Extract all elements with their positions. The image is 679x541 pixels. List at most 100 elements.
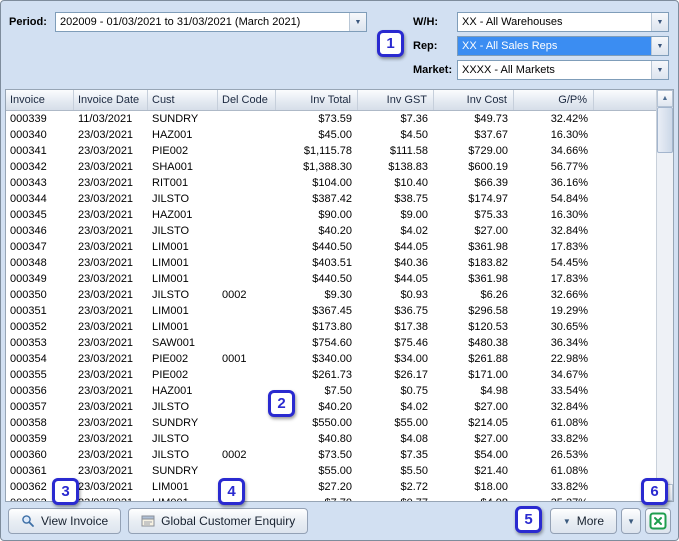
export-excel-button[interactable] — [645, 508, 671, 534]
table-row[interactable]: 000360 23/03/2021 JILSTO 0002 $73.50 $7.35 $54… — [6, 447, 656, 463]
more-button[interactable]: ▼ More — [549, 508, 618, 534]
table-cell: $111.58 — [389, 145, 428, 157]
chevron-down-icon[interactable]: ▼ — [651, 13, 668, 31]
table-cell: HAZ001 — [152, 209, 193, 221]
table-row[interactable]: 000353 23/03/2021 SAW001 $754.60 $75.46 $480.… — [6, 335, 656, 351]
table-cell-filler — [594, 207, 656, 223]
table-row[interactable]: 000361 23/03/2021 SUNDRY $55.00 $5.50 $21.40 6… — [6, 463, 656, 479]
table-cell: 23/03/2021 — [78, 433, 134, 445]
callout-5: 5 — [515, 506, 542, 533]
column-header-inv-total[interactable]: Inv Total — [276, 90, 358, 110]
table-row[interactable]: 000339 11/03/2021 SUNDRY $73.59 $7.36 $49.73 3… — [6, 111, 656, 127]
table-cell: HAZ001 — [152, 385, 193, 397]
view-invoice-button[interactable]: View Invoice — [8, 508, 122, 534]
table-cell: $340.00 — [312, 353, 352, 365]
table-cell: SHA001 — [152, 161, 193, 173]
table-row[interactable]: 000341 23/03/2021 PIE002 $1,115.78 $111.58 $7… — [6, 143, 656, 159]
table-cell: 23/03/2021 — [78, 129, 134, 141]
table-cell: 000361 — [10, 465, 47, 477]
table-row[interactable]: 000344 23/03/2021 JILSTO $387.42 $38.75 $174.… — [6, 191, 656, 207]
table-cell — [218, 431, 276, 447]
table-cell: $40.20 — [318, 225, 352, 237]
table-cell-filler — [594, 159, 656, 175]
callout-4: 4 — [218, 478, 245, 505]
table-row[interactable]: 000357 23/03/2021 JILSTO $40.20 $4.02 $27.00 3… — [6, 399, 656, 415]
column-header-cust[interactable]: Cust — [148, 90, 218, 110]
chevron-down-icon[interactable]: ▼ — [349, 13, 366, 31]
table-cell: 23/03/2021 — [78, 241, 134, 253]
warehouse-select[interactable]: XX - All Warehouses ▼ — [457, 12, 669, 32]
period-select[interactable]: 202009 - 01/03/2021 to 31/03/2021 (March… — [55, 12, 367, 32]
table-cell: $4.02 — [400, 401, 428, 413]
table-row[interactable]: 000350 23/03/2021 JILSTO 0002 $9.30 $0.93 $6.2… — [6, 287, 656, 303]
table-cell: 61.08% — [550, 465, 588, 477]
table-row[interactable]: 000351 23/03/2021 LIM001 $367.45 $36.75 $296.… — [6, 303, 656, 319]
table-cell: 33.82% — [550, 433, 588, 445]
table-row[interactable]: 000346 23/03/2021 JILSTO $40.20 $4.02 $27.00 3… — [6, 223, 656, 239]
table-cell — [218, 239, 276, 255]
column-header-gp-percent[interactable]: G/P% — [514, 90, 594, 110]
global-customer-enquiry-label: Global Customer Enquiry — [161, 514, 296, 528]
table-cell: SAW001 — [152, 337, 196, 349]
table-cell: $729.00 — [468, 145, 508, 157]
column-header-invoice-date[interactable]: Invoice Date — [74, 90, 148, 110]
invoice-enquiry-window: Period: 202009 - 01/03/2021 to 31/03/202… — [0, 0, 679, 541]
vertical-scrollbar[interactable]: ▲ ▼ — [656, 90, 673, 501]
table-row[interactable]: 000359 23/03/2021 JILSTO $40.80 $4.08 $27.00 3… — [6, 431, 656, 447]
table-row[interactable]: 000355 23/03/2021 PIE002 $261.73 $26.17 $171.… — [6, 367, 656, 383]
table-cell: PIE002 — [152, 353, 189, 365]
table-cell: 36.34% — [550, 337, 588, 349]
table-cell: 000350 — [10, 289, 47, 301]
table-row[interactable]: 000352 23/03/2021 LIM001 $173.80 $17.38 $120.… — [6, 319, 656, 335]
chevron-down-icon[interactable]: ▼ — [651, 37, 668, 55]
scrollbar-thumb[interactable] — [657, 107, 673, 153]
table-cell: 16.30% — [550, 129, 588, 141]
table-cell — [218, 175, 276, 191]
table-row[interactable]: 000347 23/03/2021 LIM001 $440.50 $44.05 $361.… — [6, 239, 656, 255]
market-select[interactable]: XXXX - All Markets ▼ — [457, 60, 669, 80]
table-cell — [218, 415, 276, 431]
table-cell: 000359 — [10, 433, 47, 445]
scroll-up-button[interactable]: ▲ — [657, 90, 673, 107]
period-value: 202009 - 01/03/2021 to 31/03/2021 (March… — [60, 16, 301, 28]
more-dropdown-button[interactable]: ▼ — [621, 508, 641, 534]
table-cell: $17.38 — [394, 321, 428, 333]
table-row[interactable]: 000345 23/03/2021 HAZ001 $90.00 $9.00 $75.33 1… — [6, 207, 656, 223]
table-cell: $40.80 — [318, 433, 352, 445]
chevron-down-icon[interactable]: ▼ — [651, 61, 668, 79]
period-label: Period: — [9, 16, 47, 28]
table-row[interactable]: 000342 23/03/2021 SHA001 $1,388.30 $138.83 $6… — [6, 159, 656, 175]
table-cell-filler — [594, 367, 656, 383]
table-cell: JILSTO — [152, 193, 190, 205]
table-row[interactable]: 000354 23/03/2021 PIE002 0001 $340.00 $34.00 $… — [6, 351, 656, 367]
table-cell: $480.38 — [468, 337, 508, 349]
table-cell: 0002 — [222, 289, 247, 301]
table-row[interactable]: 000348 23/03/2021 LIM001 $403.51 $40.36 $183.… — [6, 255, 656, 271]
rep-select[interactable]: XX - All Sales Reps ▼ — [457, 36, 669, 56]
table-cell: SUNDRY — [152, 113, 199, 125]
global-customer-enquiry-button[interactable]: Global Customer Enquiry — [128, 508, 309, 534]
table-row[interactable]: 000358 23/03/2021 SUNDRY $550.00 $55.00 $214.… — [6, 415, 656, 431]
column-header-invoice[interactable]: Invoice — [6, 90, 74, 110]
table-cell — [218, 463, 276, 479]
table-cell-filler — [594, 383, 656, 399]
column-header-inv-cost[interactable]: Inv Cost — [434, 90, 514, 110]
column-header-inv-gst[interactable]: Inv GST — [358, 90, 434, 110]
table-row[interactable]: 000343 23/03/2021 RIT001 $104.00 $10.40 $66.3… — [6, 175, 656, 191]
table-row[interactable]: 000349 23/03/2021 LIM001 $440.50 $44.05 $361.… — [6, 271, 656, 287]
table-row[interactable]: 00036323/03/2021LIM001$7.70$0.77$4.9835.… — [6, 495, 656, 501]
table-row[interactable]: 000356 23/03/2021 HAZ001 $7.50 $0.75 $4.98 33.… — [6, 383, 656, 399]
table-cell: JILSTO — [152, 449, 190, 461]
table-cell: LIM001 — [152, 305, 189, 317]
table-cell: $261.73 — [312, 369, 352, 381]
table-row[interactable]: 000362 23/03/2021 LIM001 $27.20 $2.72 $18.00 3… — [6, 479, 656, 495]
table-cell: $403.51 — [312, 257, 352, 269]
table-row[interactable]: 000340 23/03/2021 HAZ001 $45.00 $4.50 $37.67 1… — [6, 127, 656, 143]
table-cell-filler — [594, 191, 656, 207]
table-cell: 23/03/2021 — [74, 495, 148, 501]
table-cell-filler — [594, 463, 656, 479]
table-cell: LIM001 — [152, 241, 189, 253]
column-header-del-code[interactable]: Del Code — [218, 90, 276, 110]
table-cell-filler — [594, 127, 656, 143]
table-cell: $27.00 — [474, 401, 508, 413]
